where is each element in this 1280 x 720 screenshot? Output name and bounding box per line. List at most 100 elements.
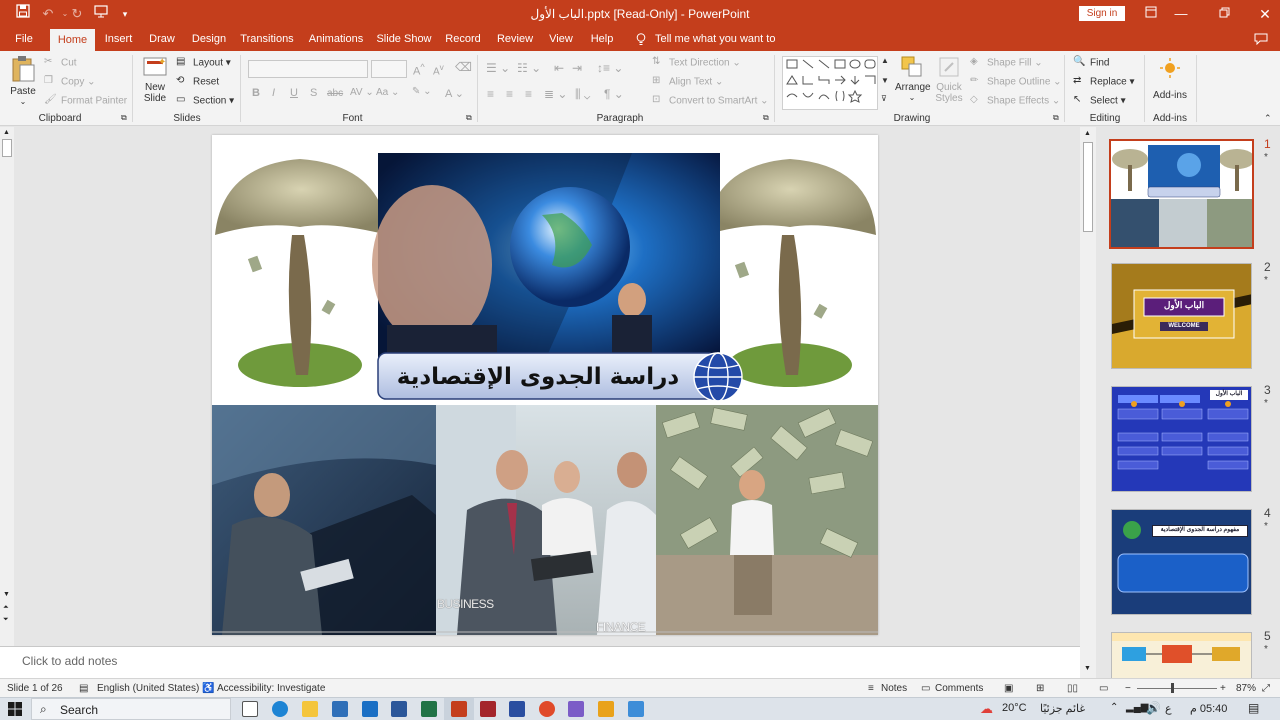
decrease-font-size-icon[interactable]: Av <box>433 62 444 77</box>
align-left-icon[interactable]: ≡ <box>487 87 494 101</box>
windows-start-icon[interactable] <box>8 702 22 719</box>
notes-icon[interactable]: ≡ <box>868 683 874 694</box>
comments-toggle-button[interactable]: Comments <box>935 683 983 694</box>
zoom-in-icon[interactable]: + <box>1220 683 1226 694</box>
tab-animations[interactable]: Animations <box>305 28 367 51</box>
italic-icon[interactable]: I <box>272 87 275 99</box>
shapes-scroll-up-icon[interactable]: ▲ <box>881 56 889 65</box>
slide-thumbnail-4[interactable]: مفهوم دراسة الجدوى الإقتصادية <box>1111 509 1252 615</box>
tab-home[interactable]: Home <box>50 29 95 51</box>
sign-in-button[interactable]: Sign in <box>1079 6 1125 21</box>
notes-app-icon[interactable] <box>628 701 644 717</box>
slide-title-text[interactable]: دراسة الجدوى الإقتصادية <box>388 357 688 397</box>
numbering-icon[interactable]: ☷ ⌄ <box>517 61 541 75</box>
tab-view[interactable]: View <box>546 28 576 51</box>
comments-panel-icon[interactable] <box>1250 28 1272 51</box>
slide-thumbnail-3[interactable]: الباب الأول <box>1111 386 1252 492</box>
zoom-slider[interactable] <box>1137 683 1217 693</box>
task-view-icon[interactable] <box>242 701 258 717</box>
excel-icon[interactable] <box>421 701 437 717</box>
comments-icon[interactable]: ▭ <box>921 683 930 694</box>
slide-thumbnail-5[interactable] <box>1111 632 1252 678</box>
accessibility-status[interactable]: Accessibility: Investigate <box>217 683 325 694</box>
decrease-indent-icon[interactable]: ⇤ <box>554 61 564 75</box>
select-button[interactable]: ↖ Select ▾ <box>1073 94 1126 108</box>
columns-icon[interactable]: ⫼ ⌄ <box>575 87 590 102</box>
tab-insert[interactable]: Insert <box>101 28 136 51</box>
collapse-ribbon-icon[interactable]: ⌃ <box>1264 113 1272 124</box>
store-icon[interactable] <box>332 701 348 717</box>
thumbnail-scroll-thumb[interactable] <box>1083 142 1093 232</box>
slide-thumbnail-1[interactable] <box>1109 139 1254 249</box>
shape-fill-button[interactable]: ◈ Shape Fill ⌄ <box>970 56 1043 70</box>
font-size-dropdown[interactable] <box>371 60 407 78</box>
bullets-icon[interactable]: ☰ ⌄ <box>486 61 510 75</box>
temperature[interactable]: 20°C <box>1002 702 1027 714</box>
notes-placeholder[interactable]: Click to add notes <box>22 654 117 668</box>
notes-pane[interactable]: Click to add notes <box>0 646 1080 678</box>
file-explorer-icon[interactable] <box>302 701 318 717</box>
accessibility-icon[interactable]: ♿ <box>202 683 214 694</box>
convert-smartart-button[interactable]: ⊡ Convert to SmartArt ⌄ <box>652 94 769 108</box>
chrome-icon[interactable] <box>539 701 555 717</box>
new-slide-button[interactable]: ✦ New Slide <box>140 55 170 104</box>
mail-icon[interactable] <box>362 701 378 717</box>
maximize-icon[interactable] <box>1209 3 1239 25</box>
arrange-button[interactable]: Arrange ⌄ <box>895 55 931 102</box>
word-icon[interactable] <box>391 701 407 717</box>
thumbnail-scroll-up-icon[interactable]: ▲ <box>1084 130 1091 137</box>
copy-button[interactable]: ❐ Copy ⌄ <box>44 75 96 89</box>
weather-description[interactable]: غائم جزئيًا <box>1040 702 1085 715</box>
keyboard-language[interactable]: ع <box>1165 702 1172 715</box>
justify-icon[interactable]: ≣ ⌄ <box>544 87 567 101</box>
align-right-icon[interactable]: ≡ <box>525 87 532 101</box>
slideshow-view-icon[interactable]: ▭ <box>1099 683 1108 694</box>
paragraph-launcher-icon[interactable]: ⧉ <box>763 113 769 123</box>
tell-me-search[interactable]: Tell me what you want to do <box>655 28 780 68</box>
scroll-down-icon[interactable]: ▼ <box>3 591 10 598</box>
cut-button[interactable]: ✂ Cut <box>44 56 77 70</box>
normal-view-icon[interactable]: ▣ <box>1004 683 1013 694</box>
shapes-gallery[interactable] <box>782 56 878 110</box>
quick-styles-button[interactable]: Quick Styles <box>932 55 966 104</box>
line-spacing-icon[interactable]: ↕≡ ⌄ <box>597 61 623 75</box>
powerpoint-taskbar-active[interactable] <box>444 698 474 720</box>
shape-effects-button[interactable]: ◇ Shape Effects ⌄ <box>970 94 1060 108</box>
drawing-launcher-icon[interactable]: ⧉ <box>1053 113 1059 123</box>
font-launcher-icon[interactable]: ⧉ <box>466 113 472 123</box>
tray-chevron-icon[interactable]: ⌃ <box>1110 702 1118 713</box>
shapes-scroll-down-icon[interactable]: ▼ <box>881 76 889 85</box>
editor-scrollbar[interactable]: ▲ ▼ ⏶ ⏷ <box>0 127 14 677</box>
reading-view-icon[interactable]: ▯▯ <box>1067 683 1078 694</box>
strikethrough-icon[interactable]: abc <box>327 88 343 99</box>
ribbon-display-icon[interactable] <box>1136 3 1166 25</box>
highlight-icon[interactable]: ✎ ⌄ <box>412 86 432 97</box>
reset-button[interactable]: ⟲ Reset <box>176 75 219 89</box>
edge-icon[interactable] <box>272 701 288 717</box>
character-spacing-icon[interactable]: AV ⌄ <box>350 87 374 98</box>
notes-toggle-button[interactable]: Notes <box>881 683 907 694</box>
slide-sorter-icon[interactable]: ⊞ <box>1036 683 1044 694</box>
next-slide-icon[interactable]: ⏷ <box>3 616 9 624</box>
close-icon[interactable]: ✕ <box>1250 3 1280 25</box>
rtl-icon[interactable]: ¶ ⌄ <box>604 87 624 101</box>
scroll-up-icon[interactable]: ▲ <box>3 129 10 136</box>
clock[interactable]: 05:40 م <box>1190 702 1227 715</box>
tab-file[interactable]: File <box>8 28 40 51</box>
underline-icon[interactable]: U <box>290 87 298 99</box>
zoom-out-icon[interactable]: − <box>1125 683 1131 694</box>
layout-button[interactable]: ▤ Layout ▾ <box>176 56 231 70</box>
text-shadow-icon[interactable]: S <box>310 87 317 99</box>
section-button[interactable]: ▭ Section ▾ <box>176 94 234 108</box>
volume-icon[interactable]: 🔊 <box>1146 701 1161 715</box>
text-direction-button[interactable]: ⇅ Text Direction ⌄ <box>652 56 741 70</box>
access-icon[interactable] <box>480 701 496 717</box>
clipboard-launcher-icon[interactable]: ⧉ <box>121 113 127 123</box>
tab-slide-show[interactable]: Slide Show <box>375 28 433 51</box>
increase-font-size-icon[interactable]: A^ <box>413 62 425 78</box>
spellcheck-icon[interactable]: ▤ <box>79 683 88 694</box>
powerpoint-icon[interactable] <box>451 701 467 717</box>
paste-button[interactable]: Paste ⌄ <box>8 55 38 106</box>
clear-formatting-icon[interactable]: ⌫ <box>455 60 472 74</box>
slide-thumbnail-2[interactable]: الباب الأول WELCOME <box>1111 263 1252 369</box>
